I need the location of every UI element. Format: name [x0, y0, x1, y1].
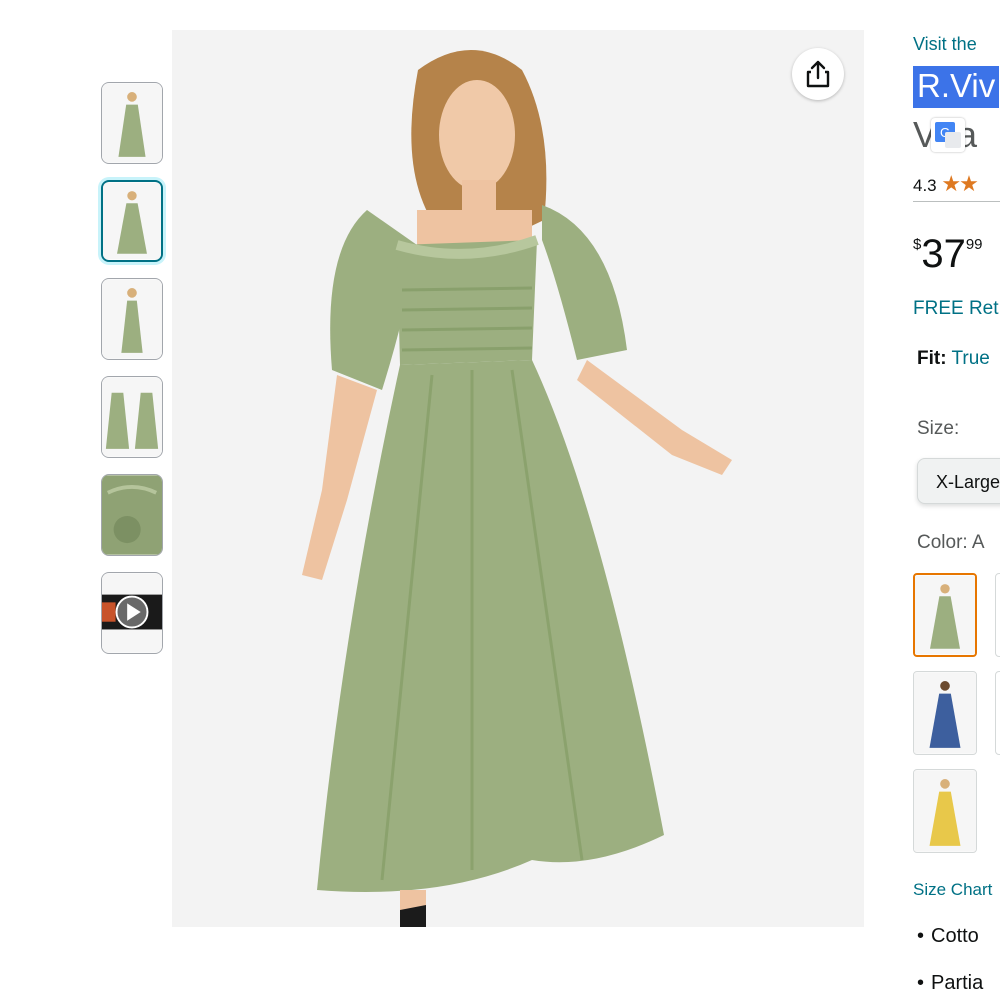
free-returns-link[interactable]: FREE Ret — [913, 298, 999, 320]
color-swatch-2[interactable] — [995, 573, 1000, 657]
thumbnail-2[interactable] — [101, 180, 163, 262]
translate-icon[interactable]: G — [931, 118, 965, 152]
swatch-image — [914, 672, 976, 754]
thumbnail-video[interactable] — [101, 572, 163, 654]
thumbnail-5[interactable] — [101, 474, 163, 556]
fit-label: Fit: — [917, 348, 947, 369]
divider — [913, 201, 1000, 202]
size-label: Size: — [917, 418, 960, 439]
share-icon — [806, 60, 830, 88]
thumbnail-4[interactable] — [101, 376, 163, 458]
price: $3799 — [913, 232, 983, 277]
main-product-image[interactable] — [172, 30, 864, 927]
swatch-image — [914, 770, 976, 852]
thumbnail-image — [102, 377, 162, 457]
color-swatch-green[interactable] — [913, 573, 977, 657]
thumbnail-image — [102, 279, 162, 359]
thumbnail-3[interactable] — [101, 278, 163, 360]
rating-value: 4.3 — [913, 176, 937, 195]
price-whole: 37 — [921, 232, 966, 276]
share-button[interactable] — [792, 48, 844, 100]
price-symbol: $ — [913, 236, 922, 253]
fit-info: Fit: True — [917, 348, 990, 370]
rating-row[interactable]: 4.3 ★★ — [913, 171, 979, 197]
size-chart-link[interactable]: Size Chart — [913, 880, 992, 900]
feature-bullet-2: • Partia — [917, 972, 984, 994]
dress-model-image — [172, 30, 864, 927]
swatch-image — [915, 575, 975, 655]
product-title-brand: R.Viv — [913, 66, 1000, 108]
product-details-panel: Visit the R.Viv V ta G 4.3 ★★ $3799 FREE… — [913, 0, 1000, 1000]
color-label: Color: A — [917, 532, 985, 553]
color-swatch-yellow[interactable] — [913, 769, 977, 853]
star-rating-icon: ★★ — [941, 171, 978, 196]
feature-bullet-text: Cotto — [931, 925, 979, 947]
feature-bullet-text: Partia — [931, 972, 984, 994]
play-icon — [102, 573, 162, 653]
thumbnail-1[interactable] — [101, 82, 163, 164]
color-swatch-4[interactable] — [995, 671, 1000, 755]
visit-store-link[interactable]: Visit the — [913, 34, 977, 55]
thumbnail-image — [102, 83, 162, 163]
size-dropdown[interactable]: X-Large — [917, 458, 1000, 504]
thumbnail-image — [103, 182, 161, 260]
price-fraction: 99 — [965, 236, 983, 253]
color-swatch-blue[interactable] — [913, 671, 977, 755]
thumbnail-image — [102, 475, 162, 555]
feature-bullet-1: • Cotto — [917, 925, 979, 947]
fit-value-link[interactable]: True — [951, 348, 989, 369]
